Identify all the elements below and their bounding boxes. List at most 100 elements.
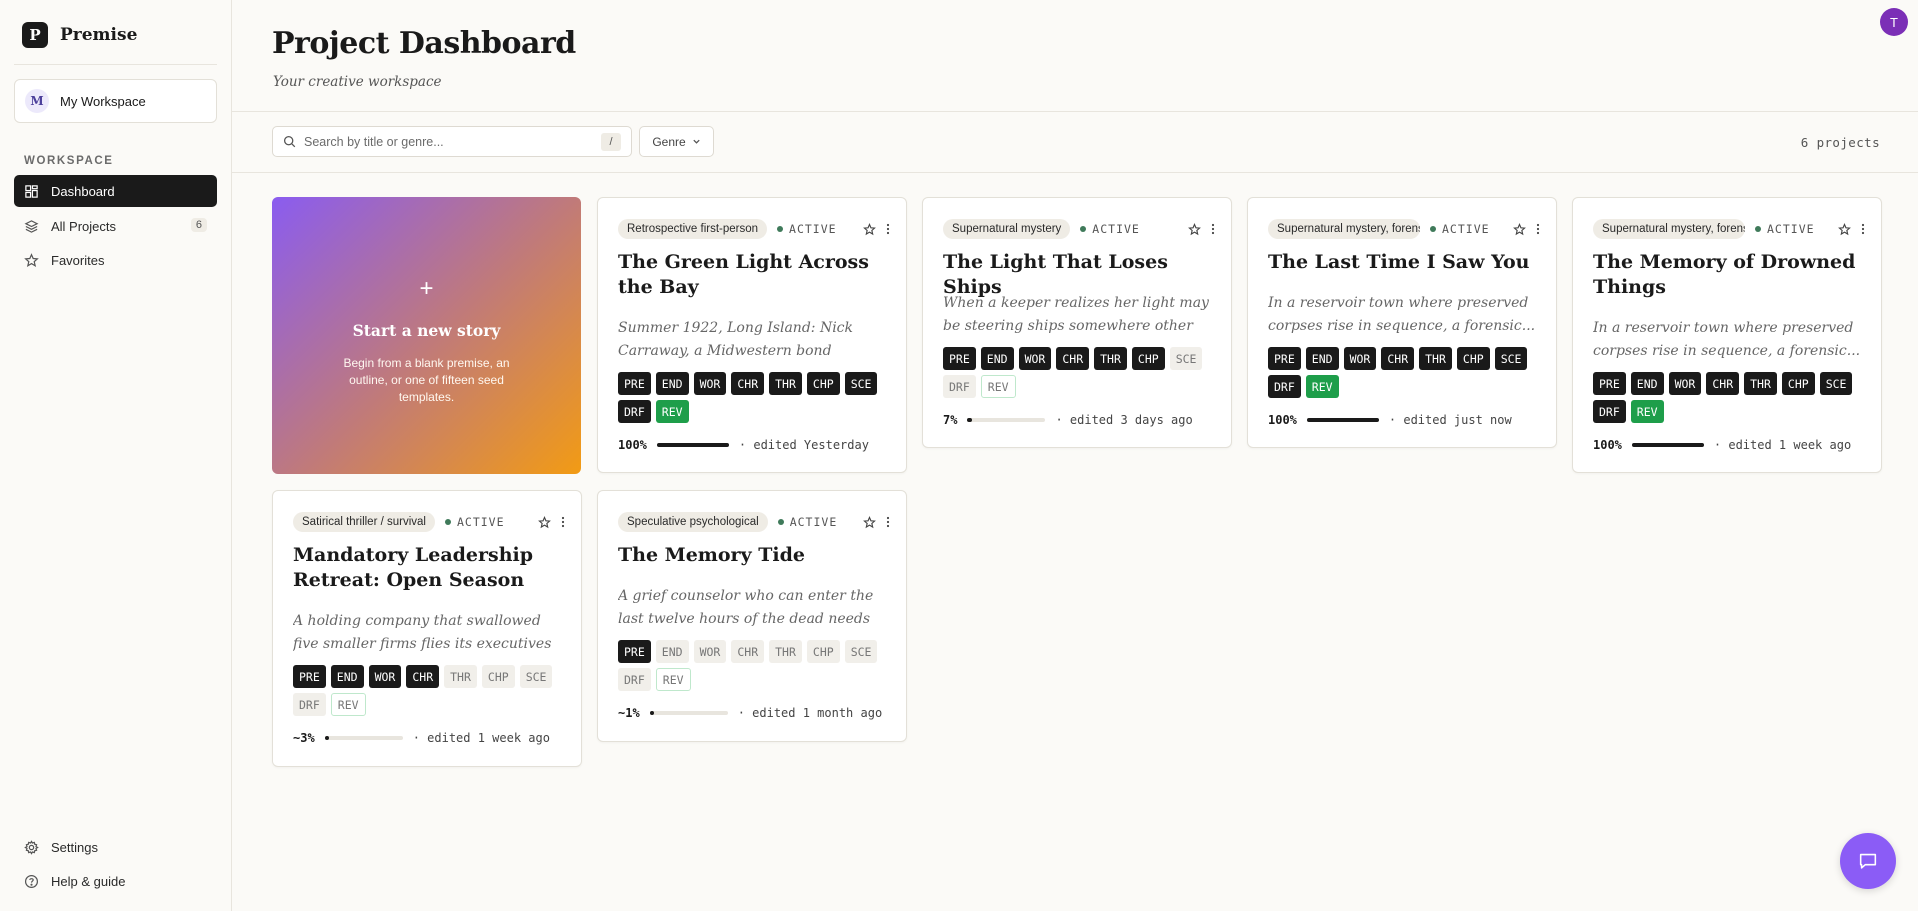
stage-chip-thr[interactable]: THR [1744,372,1777,395]
stage-chip-end[interactable]: END [980,347,1014,370]
stage-chip-sce[interactable]: SCE [1494,347,1528,370]
stage-chip-pre[interactable]: PRE [1593,372,1626,395]
stage-chip-rev[interactable]: REV [980,375,1016,398]
stage-chip-chr[interactable]: CHR [731,372,765,395]
stage-chip-chr[interactable]: CHR [1381,347,1415,370]
stage-chip-chr[interactable]: CHR [1706,372,1740,395]
stage-chip-wor[interactable]: WOR [693,372,727,395]
project-title[interactable]: The Last Time I Saw You [1268,250,1538,275]
stage-chip-rev[interactable]: REV [655,400,689,423]
stage-chip-sce[interactable]: SCE [844,640,878,663]
stage-chip-drf[interactable]: DRF [1593,400,1626,423]
project-card[interactable]: Speculative psychological ACTIVE The Mem… [597,490,907,742]
star-icon[interactable] [1513,222,1526,236]
stage-chip-pre[interactable]: PRE [1268,347,1301,370]
star-icon[interactable] [538,515,551,529]
more-vertical-icon[interactable] [561,516,565,528]
stage-chip-pre[interactable]: PRE [293,665,326,688]
stage-chip-wor[interactable]: WOR [368,665,402,688]
progress-percent: ~1% [618,706,640,720]
project-title[interactable]: The Memory of Drowned Things [1593,250,1863,300]
status-dot [777,519,784,525]
sidebar-item-all-projects[interactable]: All Projects 6 [14,210,217,242]
stage-chip-wor[interactable]: WOR [693,640,727,663]
stage-chip-chp[interactable]: CHP [1456,347,1490,370]
chat-button[interactable] [1840,833,1896,889]
stage-chip-rev[interactable]: REV [330,693,366,716]
stage-chip-chr[interactable]: CHR [1056,347,1090,370]
project-card[interactable]: Supernatural mystery, forensic ACTIVE Th… [1247,197,1557,448]
sidebar-item-settings[interactable]: Settings [14,832,217,862]
stage-chip-thr[interactable]: THR [444,665,477,688]
more-vertical-icon[interactable] [1861,223,1865,235]
project-card[interactable]: Supernatural mystery ACTIVE The Light Th… [922,197,1232,448]
stage-chip-wor[interactable]: WOR [1668,372,1702,395]
project-title[interactable]: Mandatory Leadership Retreat: Open Seaso… [293,543,563,593]
more-vertical-icon[interactable] [886,223,890,235]
search-box[interactable]: / [272,126,632,157]
star-icon[interactable] [1838,222,1851,236]
stage-chip-sce[interactable]: SCE [844,372,878,395]
stage-chip-rev[interactable]: REV [1630,400,1664,423]
stage-chip-sce[interactable]: SCE [1819,372,1853,395]
stage-chip-end[interactable]: END [655,372,689,395]
workspace-switcher[interactable]: M My Workspace [14,79,217,123]
sidebar-item-favorites[interactable]: Favorites [14,244,217,276]
stage-chip-pre[interactable]: PRE [618,640,651,663]
stage-chip-thr[interactable]: THR [769,372,802,395]
stage-chip-end[interactable]: END [330,665,364,688]
stage-chip-chr[interactable]: CHR [406,665,440,688]
star-icon[interactable] [863,222,876,236]
brand-logo: P [22,22,48,48]
stage-chip-drf[interactable]: DRF [618,668,651,691]
stage-chip-sce[interactable]: SCE [1169,347,1203,370]
stage-chip-chp[interactable]: CHP [1781,372,1815,395]
stage-chip-chp[interactable]: CHP [481,665,515,688]
more-vertical-icon[interactable] [1211,223,1215,235]
genre-filter-label: Genre [652,134,686,149]
search-input[interactable] [304,134,594,149]
stage-chip-wor[interactable]: WOR [1343,347,1377,370]
stage-chip-chr[interactable]: CHR [731,640,765,663]
stage-chips: PRE END WOR CHR THR CHP SCE DRF REV [1268,347,1540,398]
star-icon[interactable] [1188,222,1201,236]
stage-chip-rev[interactable]: REV [655,668,691,691]
stage-chip-thr[interactable]: THR [1094,347,1127,370]
stage-chip-drf[interactable]: DRF [1268,375,1301,398]
more-vertical-icon[interactable] [886,516,890,528]
new-story-card[interactable]: + Start a new story Begin from a blank p… [272,197,581,474]
stage-chip-drf[interactable]: DRF [943,375,976,398]
stage-chip-chp[interactable]: CHP [806,640,840,663]
project-card[interactable]: Retrospective first-person ACTIVE The Gr… [597,197,907,473]
project-card[interactable]: Supernatural mystery, forensic ACTIVE Th… [1572,197,1882,473]
gear-icon [24,839,39,855]
stage-chip-thr[interactable]: THR [769,640,802,663]
stage-chip-chp[interactable]: CHP [1131,347,1165,370]
stage-chip-rev[interactable]: REV [1305,375,1339,398]
progress-fill [1631,443,1704,447]
more-vertical-icon[interactable] [1536,223,1540,235]
user-avatar[interactable]: T [1880,8,1908,36]
stage-chip-pre[interactable]: PRE [618,372,651,395]
stage-chip-end[interactable]: END [1630,372,1664,395]
genre-filter-dropdown[interactable]: Genre [639,126,714,157]
stage-chip-pre[interactable]: PRE [943,347,976,370]
sidebar-item-label: All Projects [51,218,117,234]
stage-chip-sce[interactable]: SCE [519,665,553,688]
stage-chip-wor[interactable]: WOR [1018,347,1052,370]
project-card[interactable]: Satirical thriller / survival ACTIVE Man… [272,490,582,767]
brand[interactable]: P Premise [22,22,137,48]
sidebar-item-help[interactable]: Help & guide [14,866,217,896]
stage-chip-end[interactable]: END [1305,347,1339,370]
stage-chip-drf[interactable]: DRF [293,693,326,716]
project-title[interactable]: The Memory Tide [618,543,888,568]
progress-row: ~3% · edited 1 week ago [293,731,563,745]
stage-chip-end[interactable]: END [655,640,689,663]
stage-chip-chp[interactable]: CHP [806,372,840,395]
project-title[interactable]: The Green Light Across the Bay [618,250,888,300]
sidebar-item-dashboard[interactable]: Dashboard [14,175,217,207]
last-edited-text: edited just now [1403,413,1512,427]
stage-chip-drf[interactable]: DRF [618,400,651,423]
star-icon[interactable] [863,515,876,529]
stage-chip-thr[interactable]: THR [1419,347,1452,370]
